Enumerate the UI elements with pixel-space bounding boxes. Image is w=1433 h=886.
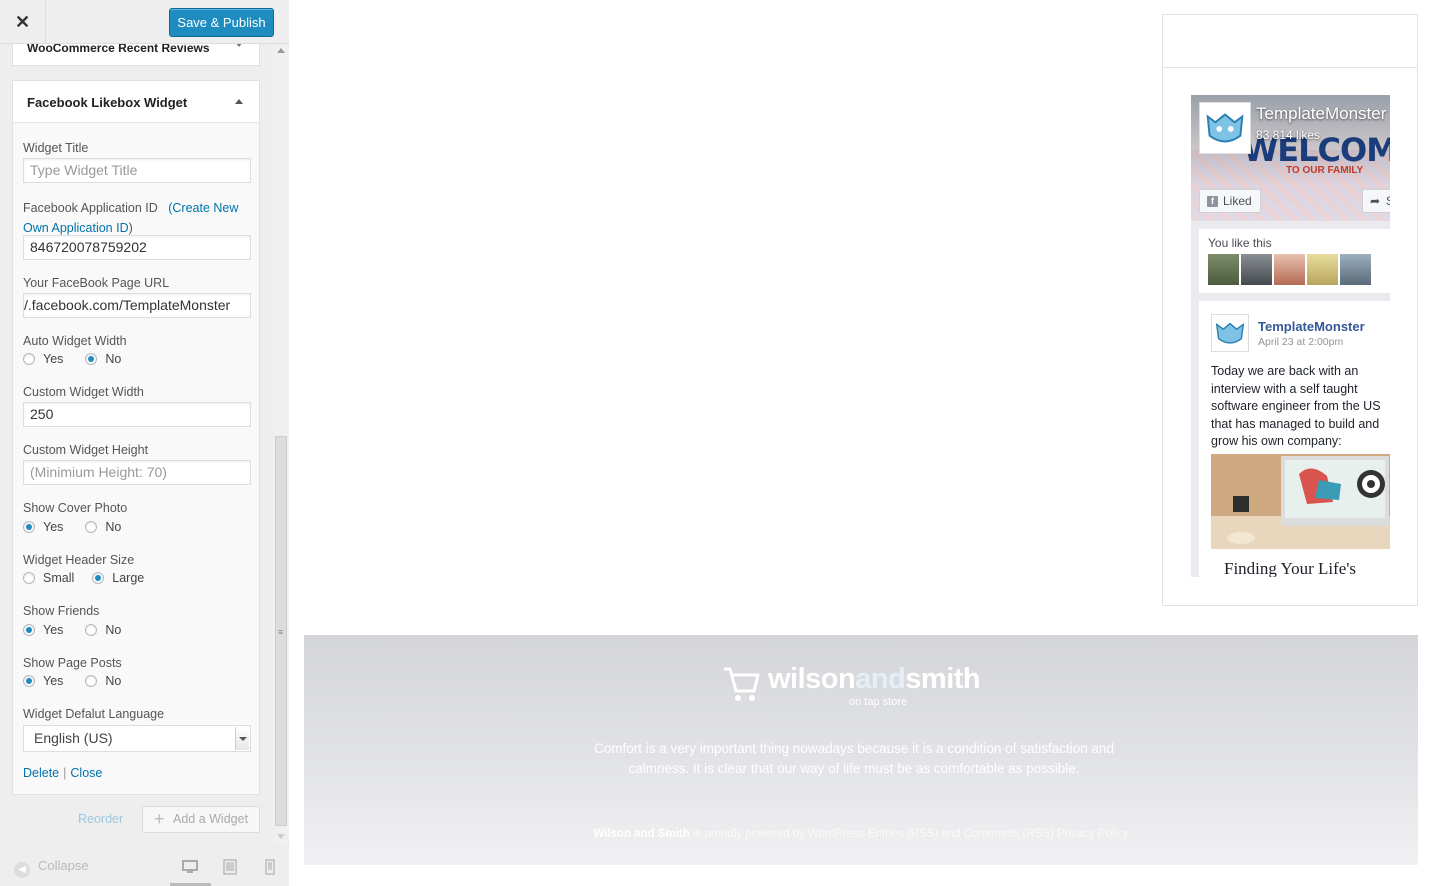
fb-page-avatar[interactable] <box>1199 102 1251 154</box>
fb-cover-subtitle: TO OUR FAMILY <box>1286 165 1364 176</box>
scroll-down-icon[interactable] <box>277 834 285 839</box>
plus-icon: + <box>154 809 165 829</box>
share-icon: ➦ <box>1370 194 1381 208</box>
facebook-icon: f <box>1207 196 1218 207</box>
facebook-widget-frame: WELCOM TO OUR FAMILY TemplateMonster 83,… <box>1162 14 1418 606</box>
posts-yes-radio[interactable] <box>23 675 35 687</box>
header-large-radio[interactable] <box>92 572 105 584</box>
logo-text: wilsonandsmith <box>768 663 981 695</box>
add-widget-button[interactable]: + Add a Widget <box>142 806 260 833</box>
widget-title: WooCommerce Recent Reviews <box>27 44 210 55</box>
panel-scrollbar[interactable]: ≡ <box>273 44 289 844</box>
site-preview: WELCOM TO OUR FAMILY TemplateMonster 83,… <box>289 0 1433 886</box>
delete-link[interactable]: Delete <box>23 766 59 780</box>
scroll-thumb[interactable]: ≡ <box>275 436 287 826</box>
site-footer: wilsonandsmith on tap store Comfort is a… <box>304 635 1418 865</box>
widget-header[interactable]: Facebook Likebox Widget <box>13 81 259 123</box>
sidebar-footer: ◀ Collapse <box>0 846 289 886</box>
auto-width-label: Auto Widget Width <box>23 334 127 348</box>
facebook-likebox: WELCOM TO OUR FAMILY TemplateMonster 83,… <box>1191 95 1390 577</box>
page-posts-label: Show Page Posts <box>23 656 122 670</box>
fb-post-date[interactable]: April 23 at 2:00pm <box>1258 336 1343 348</box>
tablet-icon[interactable] <box>222 859 238 875</box>
collapse-icon: ◀ <box>14 862 30 878</box>
fb-post: TemplateMonster April 23 at 2:00pm Today… <box>1199 301 1390 577</box>
fb-post-link-title[interactable]: Finding Your Life's <box>1224 559 1356 577</box>
posts-no-radio[interactable] <box>85 675 98 687</box>
widget-actions: Delete | Close <box>23 766 103 780</box>
header-small-radio[interactable] <box>23 572 35 584</box>
logo-tagline: on tap store <box>849 696 908 708</box>
fb-like-count: 83,814 likes <box>1256 128 1321 142</box>
header-size-radio-group: Small Large <box>23 571 166 585</box>
cover-yes-radio[interactable] <box>23 521 35 533</box>
customizer-app: ✕ Save & Publish WooCommerce Recent Revi… <box>0 0 1433 886</box>
show-friends-radio-group: Yes No <box>23 623 143 637</box>
sidebar-topbar: ✕ Save & Publish <box>0 0 289 44</box>
grip-icon: ≡ <box>278 627 284 637</box>
fb-liked-button[interactable]: f Liked <box>1199 189 1261 213</box>
fb-friends-text: You like this <box>1208 236 1272 250</box>
fb-page-name[interactable]: TemplateMonster <box>1256 104 1386 124</box>
widgets-panel: WooCommerce Recent Reviews Facebook Like… <box>0 44 273 844</box>
widget-facebook-likebox: Facebook Likebox Widget Widget Title Typ… <box>12 80 260 795</box>
mobile-icon[interactable] <box>262 859 278 875</box>
fb-cover-photo: WELCOM TO OUR FAMILY TemplateMonster 83,… <box>1191 95 1390 221</box>
close-icon[interactable]: ✕ <box>0 0 46 44</box>
widget-title-input[interactable]: Type Widget Title <box>23 158 251 183</box>
site-logo[interactable]: wilsonandsmith on tap store <box>722 663 1022 713</box>
custom-width-input[interactable]: 250 <box>23 402 251 427</box>
widget-title: Facebook Likebox Widget <box>27 95 188 110</box>
friend-avatar[interactable] <box>1241 254 1272 285</box>
scroll-up-icon[interactable] <box>277 48 285 53</box>
chevron-down-icon[interactable] <box>235 44 243 47</box>
cover-photo-radio-group: Yes No <box>23 520 143 534</box>
header-size-label: Widget Header Size <box>23 553 135 567</box>
page-url-input[interactable]: /.facebook.com/TemplateMonster <box>23 293 251 318</box>
auto-width-radio-group: Yes No <box>23 352 143 366</box>
language-select[interactable]: English (US) <box>23 725 251 752</box>
fb-post-author[interactable]: TemplateMonster <box>1258 319 1365 334</box>
fb-friends-section: You like this <box>1199 229 1390 293</box>
app-id-label: Facebook Application ID (Create New Own … <box>23 201 239 235</box>
customizer-sidebar: ✕ Save & Publish WooCommerce Recent Revi… <box>0 0 289 886</box>
cover-no-radio[interactable] <box>85 521 98 533</box>
friends-no-radio[interactable] <box>85 624 98 636</box>
save-publish-button[interactable]: Save & Publish <box>169 8 274 37</box>
cart-icon <box>724 667 760 701</box>
chevron-up-icon[interactable] <box>235 99 243 104</box>
widget-woocommerce-recent-reviews[interactable]: WooCommerce Recent Reviews <box>12 44 260 66</box>
site-copyright: Wilson and Smith is proudly powered by W… <box>593 828 1129 840</box>
desktop-icon[interactable] <box>182 859 198 875</box>
friend-avatar[interactable] <box>1274 254 1305 285</box>
friend-avatar[interactable] <box>1307 254 1338 285</box>
auto-width-yes-radio[interactable] <box>23 353 35 365</box>
friend-avatar[interactable] <box>1208 254 1239 285</box>
cover-photo-label: Show Cover Photo <box>23 501 128 515</box>
chevron-down-icon[interactable] <box>235 727 249 750</box>
site-description: Comfort is a very important thing nowada… <box>593 741 1115 776</box>
custom-height-input[interactable]: (Minimium Height: 70) <box>23 460 251 485</box>
fb-post-image[interactable] <box>1211 454 1390 549</box>
close-link[interactable]: Close <box>70 766 102 780</box>
divider <box>1163 67 1417 68</box>
fb-share-button[interactable]: ➦S <box>1362 189 1390 213</box>
fb-post-avatar[interactable] <box>1211 314 1249 352</box>
friend-avatar[interactable] <box>1340 254 1371 285</box>
friends-yes-radio[interactable] <box>23 624 35 636</box>
page-posts-radio-group: Yes No <box>23 674 143 688</box>
panel-actions: Reorder + Add a Widget <box>0 806 273 836</box>
app-id-input[interactable]: 846720078759202 <box>23 235 251 260</box>
collapse-button[interactable]: ◀ Collapse <box>14 858 89 878</box>
page-url-label: Your FaceBook Page URL <box>23 276 170 290</box>
show-friends-label: Show Friends <box>23 604 100 618</box>
custom-height-label: Custom Widget Height <box>23 443 149 457</box>
widget-title-label: Widget Title <box>23 141 89 155</box>
language-label: Widget Defalut Language <box>23 707 165 721</box>
reorder-link[interactable]: Reorder <box>78 812 123 826</box>
custom-width-label: Custom Widget Width <box>23 385 144 399</box>
auto-width-no-radio[interactable] <box>85 353 98 365</box>
fb-post-text: Today we are back with an interview with… <box>1211 364 1381 448</box>
